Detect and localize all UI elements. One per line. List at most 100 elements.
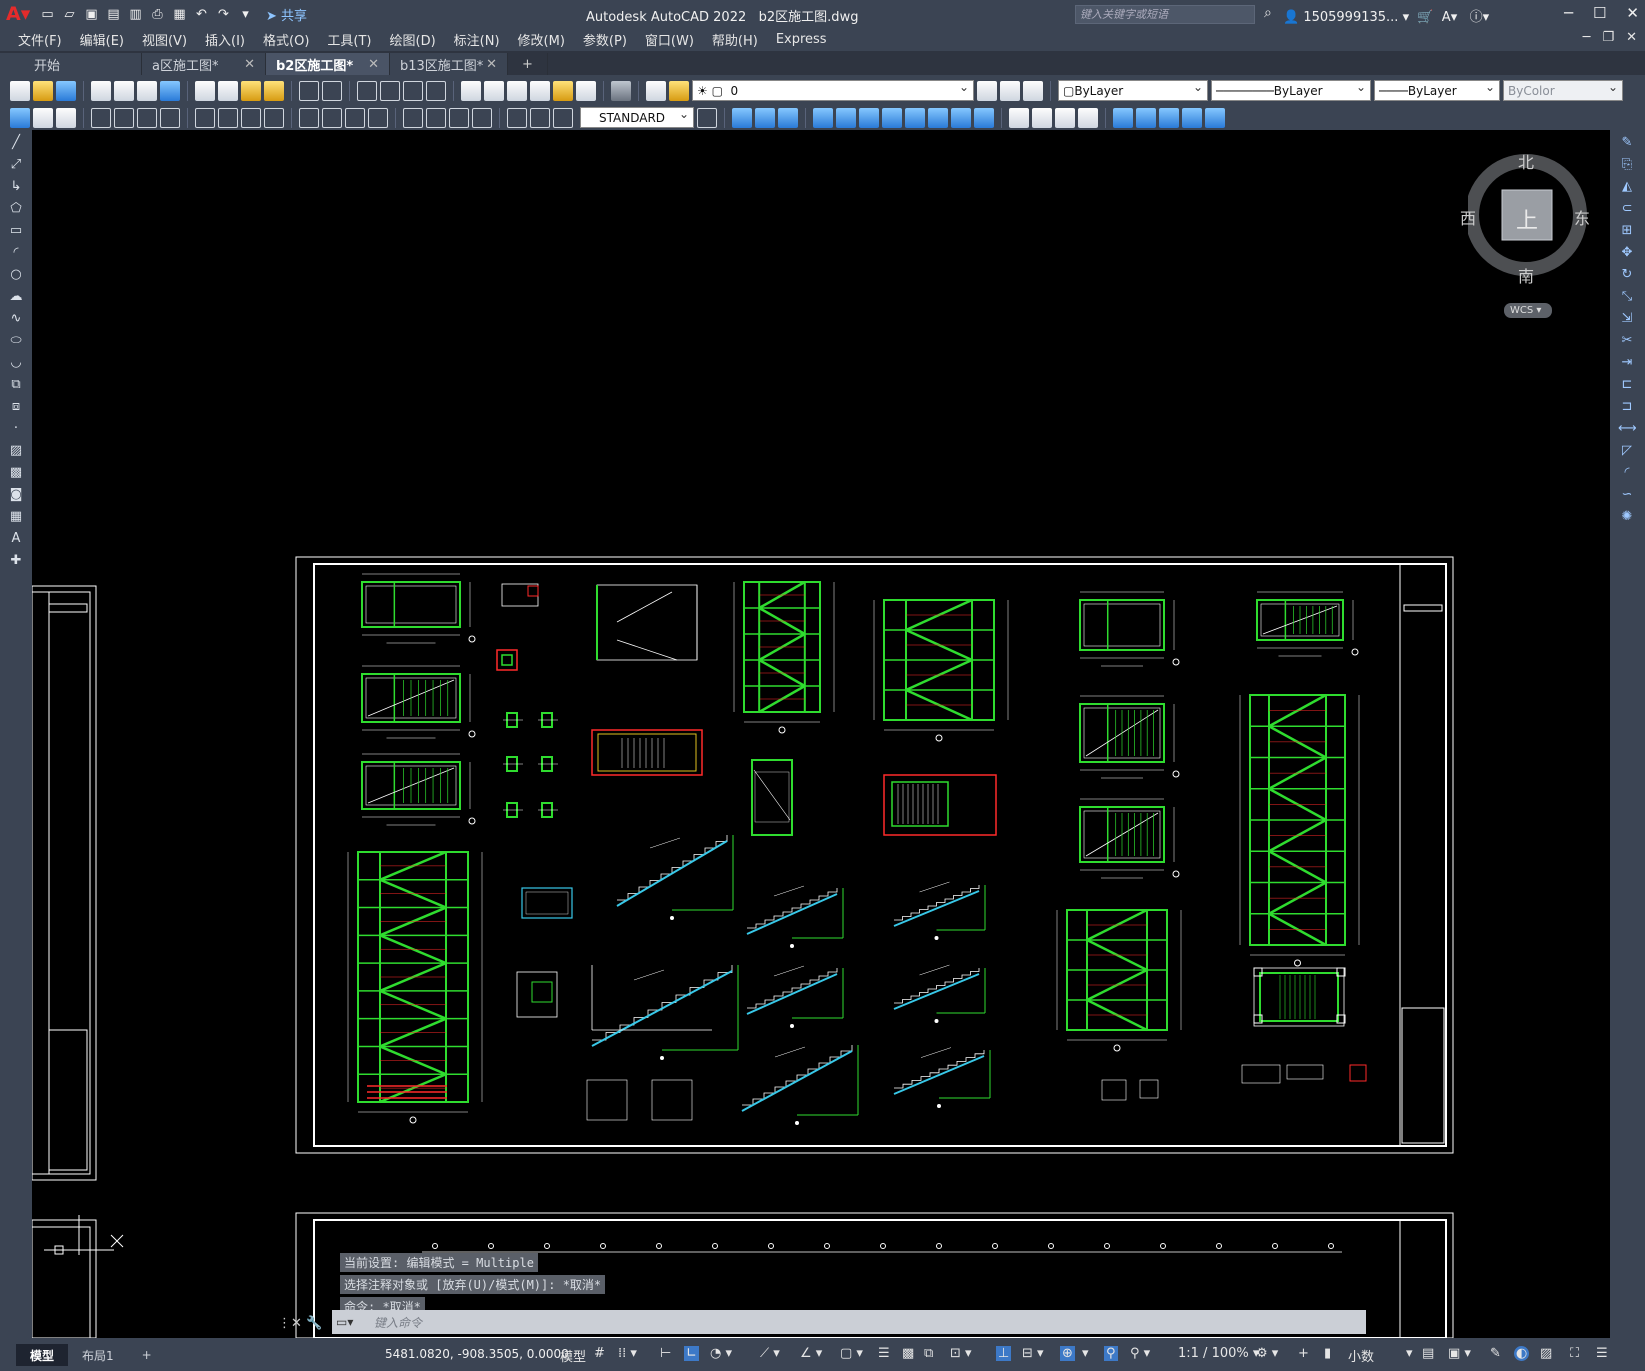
wcs-menu[interactable]: WCS ▾ [1504, 303, 1552, 318]
zoom-previous-icon[interactable] [426, 80, 446, 101]
color-dropdown[interactable]: ▢ ByLayer [1058, 80, 1208, 101]
workspace-gear-icon[interactable]: ⚙ ▾ [1256, 1346, 1278, 1361]
dim-style-icon[interactable] [697, 107, 717, 128]
ellipse-arc-icon[interactable]: ◡ [7, 354, 25, 372]
tab-close-icon[interactable]: ✕ [486, 57, 497, 72]
minimize-icon[interactable]: ─ [1564, 4, 1573, 22]
move-icon[interactable]: ✥ [1618, 244, 1636, 262]
cut-icon[interactable] [195, 80, 215, 101]
units-dropdown[interactable]: 小数 [1348, 1346, 1374, 1365]
make-block-icon[interactable]: ⧈ [7, 398, 25, 416]
menu-item-10[interactable]: 窗口(W) [645, 30, 694, 49]
hatch-icon[interactable]: ▨ [7, 442, 25, 460]
ucs-icon[interactable] [1113, 107, 1133, 128]
copy-icon[interactable] [218, 80, 238, 101]
polar-icon[interactable]: ◔ ▾ [710, 1346, 732, 1361]
block-editor-icon[interactable] [10, 107, 30, 128]
tool-palettes-icon[interactable] [507, 80, 527, 101]
blend-curves-icon[interactable]: ∽ [1618, 486, 1636, 504]
render-icon[interactable] [1032, 107, 1052, 128]
undo-icon[interactable]: ↶ [192, 5, 211, 24]
circle-icon[interactable]: ○ [7, 266, 25, 284]
annotation-monitor-icon[interactable]: + [1298, 1346, 1309, 1361]
linear-dim-icon[interactable] [91, 107, 111, 128]
rectangle-icon[interactable]: ▭ [7, 222, 25, 240]
menu-item-11[interactable]: 帮助(H) [712, 30, 758, 49]
plot-icon[interactable]: ⎙ [148, 5, 167, 24]
gizmo-icon[interactable]: ⊕ [1060, 1346, 1075, 1361]
slice-icon[interactable] [928, 107, 948, 128]
menu-item-9[interactable]: 参数(P) [583, 30, 627, 49]
dim-space-icon[interactable] [368, 107, 388, 128]
construction-line-icon[interactable]: ⤢ [7, 156, 25, 174]
new-tab-icon[interactable]: + [508, 53, 548, 75]
lights-icon[interactable] [1078, 107, 1098, 128]
units-dropdown-icon[interactable]: ▾ [1406, 1346, 1413, 1361]
lock-ui-icon[interactable]: ▣ ▾ [1448, 1346, 1471, 1361]
tab-1[interactable]: a区施工图* ✕ [142, 53, 266, 75]
menu-item-12[interactable]: Express [776, 32, 827, 47]
lineweight-display-icon[interactable]: ☰ [878, 1346, 890, 1361]
maximize-icon[interactable]: ☐ [1593, 4, 1606, 22]
menu-item-2[interactable]: 视图(V) [142, 30, 187, 49]
transparency-icon[interactable]: ▩ [902, 1346, 914, 1361]
scale-icon[interactable]: ⤡ [1618, 288, 1636, 306]
ucs-view-icon[interactable] [1205, 107, 1225, 128]
tab-3[interactable]: b13区施工图* ✕ [390, 53, 508, 75]
globe-icon[interactable] [160, 80, 180, 101]
selection-filter-icon[interactable]: ⊟ ▾ [1022, 1346, 1044, 1361]
infer-icon[interactable]: ⊢ [660, 1346, 671, 1361]
gizmo-dropdown-icon[interactable]: ▾ [1082, 1346, 1089, 1361]
break-at-point-icon[interactable]: ⊏ [1618, 376, 1636, 394]
tab-layout1[interactable]: 布局1 [68, 1344, 128, 1366]
lineweight-dropdown[interactable]: ──── ByLayer [1374, 80, 1500, 101]
rotate-icon[interactable]: ↻ [1618, 266, 1636, 284]
zoom-window-icon[interactable] [403, 80, 423, 101]
doc-restore-icon[interactable]: ❐ [1602, 30, 1614, 45]
point-icon[interactable]: · [7, 420, 25, 438]
user-account[interactable]: 👤 1505999135... ▾ 🛒 A▾ ⓘ▾ [1283, 6, 1489, 25]
baseline-icon[interactable] [322, 107, 342, 128]
trim-icon[interactable]: ✂ [1618, 332, 1636, 350]
ucs-face-icon[interactable] [1159, 107, 1179, 128]
redo-icon[interactable]: ↷ [214, 5, 233, 24]
print-icon[interactable]: ▦ [170, 5, 189, 24]
autocad-logo-icon[interactable]: A▾ [6, 3, 32, 25]
add-selected-icon[interactable]: ✚ [7, 552, 25, 570]
dynamic-ucs-icon[interactable]: ⊥ [996, 1346, 1012, 1361]
grid-icon[interactable]: # [594, 1346, 605, 1361]
angular-icon[interactable] [264, 107, 284, 128]
presspull-icon[interactable] [836, 107, 856, 128]
aligned-dim-icon[interactable] [114, 107, 134, 128]
add-layout-icon[interactable]: + [128, 1344, 166, 1366]
radius-icon[interactable] [195, 107, 215, 128]
dim-edit-icon[interactable] [507, 107, 527, 128]
menu-item-1[interactable]: 编辑(E) [80, 30, 124, 49]
diameter-icon[interactable] [241, 107, 261, 128]
search-icon[interactable]: ⌕ [1264, 5, 1272, 21]
region-icon[interactable]: ◙ [7, 486, 25, 504]
continue-icon[interactable] [345, 107, 365, 128]
extrude-icon[interactable] [813, 107, 833, 128]
menu-item-4[interactable]: 格式(O) [263, 30, 309, 49]
paste-icon[interactable] [241, 80, 261, 101]
layer-dropdown[interactable]: ☀ ▢ 0 [692, 80, 974, 101]
revolve-icon[interactable] [882, 107, 902, 128]
join-icon[interactable]: ⟷ [1618, 420, 1637, 438]
ellipse-icon[interactable]: ⬭ [7, 332, 25, 350]
stretch-icon[interactable]: ⇲ [1618, 310, 1636, 328]
arc-icon[interactable]: ◜ [7, 244, 25, 262]
workspace-icon[interactable] [33, 107, 53, 128]
tab-close-icon[interactable]: ✕ [244, 57, 255, 72]
solid-subtract-icon[interactable] [778, 107, 798, 128]
object-snap-tracking-icon[interactable]: ∠ ▾ [800, 1346, 822, 1361]
linetype-dropdown[interactable]: ──────── ByLayer [1211, 80, 1371, 101]
quick-properties-icon[interactable]: ▤ [1422, 1346, 1434, 1361]
jogged-icon[interactable] [218, 107, 238, 128]
doc-minimize-icon[interactable]: ─ [1583, 30, 1591, 45]
jogged-linear-icon[interactable] [472, 107, 492, 128]
save-icon[interactable]: ▣ [82, 5, 101, 24]
ucs-world-icon[interactable] [1136, 107, 1156, 128]
open-icon[interactable]: ▱ [60, 5, 79, 24]
snap-icon[interactable]: ⁞⁞ ▾ [618, 1346, 637, 1361]
